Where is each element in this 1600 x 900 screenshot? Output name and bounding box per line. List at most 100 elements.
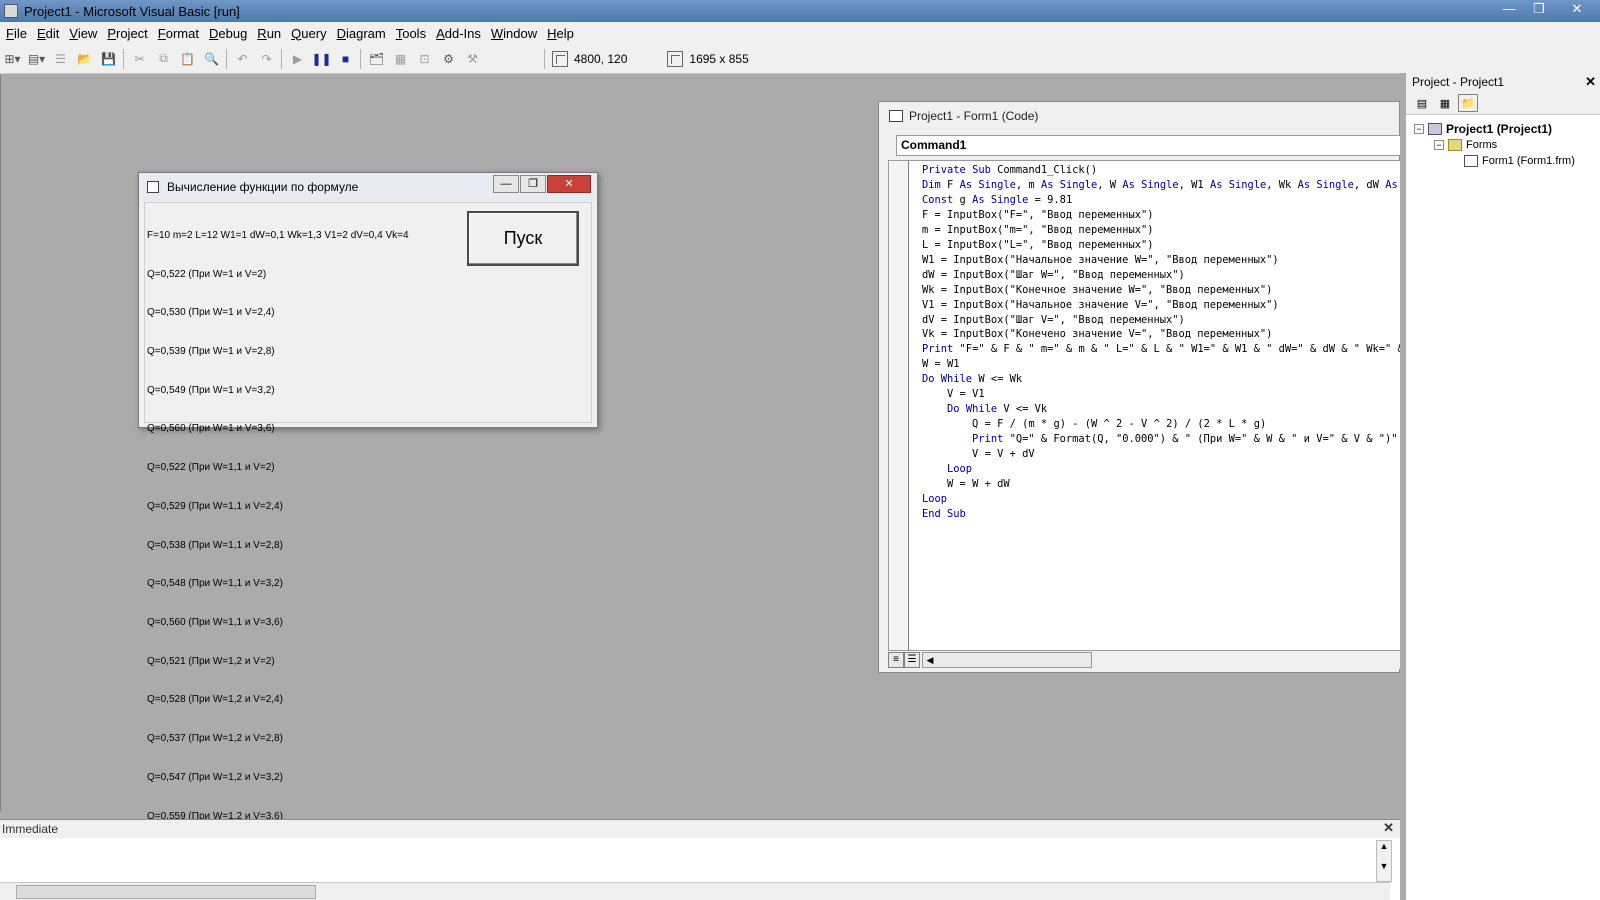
form-minimize-button[interactable]: — bbox=[493, 175, 519, 193]
code-line[interactable]: Const g As Single = 9.81 bbox=[922, 193, 1400, 208]
toolbox-icon[interactable]: ⚒ bbox=[461, 48, 484, 70]
code-line[interactable]: Vk = InputBox("Конечено значение V=", "В… bbox=[922, 327, 1400, 342]
code-line[interactable]: Dim F As Single, m As Single, W As Singl… bbox=[922, 178, 1400, 193]
code-horizontal-scrollbar[interactable]: ◀ bbox=[922, 652, 1092, 668]
project-explorer-close-icon[interactable]: ✕ bbox=[1585, 74, 1596, 90]
menu-file[interactable]: File bbox=[2, 26, 31, 41]
form-title: Вычисление функции по формуле bbox=[167, 180, 359, 194]
end-icon[interactable]: ■ bbox=[334, 48, 357, 70]
collapse-icon[interactable]: − bbox=[1434, 140, 1444, 150]
code-line[interactable]: Do While W <= Wk bbox=[922, 372, 1400, 387]
code-line[interactable]: End Sub bbox=[922, 507, 1400, 522]
code-line[interactable]: Do While V <= Vk bbox=[922, 402, 1400, 417]
menu-debug[interactable]: Debug bbox=[205, 26, 251, 41]
toggle-folders-icon[interactable]: 📁 bbox=[1458, 93, 1478, 112]
menu-edit[interactable]: Edit bbox=[33, 26, 63, 41]
running-form-window[interactable]: Вычисление функции по формуле — ❐ ✕ F=10… bbox=[138, 172, 598, 822]
output-line: Q=0,522 (При W=1,1 и V=2) bbox=[147, 462, 275, 474]
minimize-button[interactable]: — bbox=[1494, 0, 1524, 20]
paste-icon[interactable]: 📋 bbox=[176, 48, 199, 70]
open-project-icon[interactable]: 📂 bbox=[73, 48, 96, 70]
code-line[interactable]: Wk = InputBox("Конечное значение W=", "В… bbox=[922, 283, 1400, 298]
code-line[interactable]: Q = F / (m * g) - (W ^ 2 - V ^ 2) / (2 *… bbox=[922, 417, 1400, 432]
immediate-scroll-thumb[interactable] bbox=[16, 884, 316, 899]
procedure-view-button[interactable]: ≡ bbox=[888, 652, 904, 668]
menu-editor-icon[interactable]: ☰ bbox=[49, 48, 72, 70]
code-margin[interactable] bbox=[889, 161, 909, 650]
code-line[interactable]: L = InputBox("L=", "Ввод переменных") bbox=[922, 238, 1400, 253]
menu-tools[interactable]: Tools bbox=[392, 26, 430, 41]
menu-window[interactable]: Window bbox=[487, 26, 541, 41]
vb-app-icon[interactable] bbox=[4, 4, 18, 18]
output-line: Q=0,530 (При W=1 и V=2,4) bbox=[147, 307, 275, 319]
restore-button[interactable]: ❐ bbox=[1524, 0, 1554, 20]
form-client-area: F=10 m=2 L=12 W1=1 dW=0,1 Wk=1,3 V1=2 dV… bbox=[144, 202, 592, 822]
code-line[interactable]: F = InputBox("F=", "Ввод переменных") bbox=[922, 208, 1400, 223]
output-line: Q=0,560 (При W=1 и V=3,6) bbox=[147, 423, 275, 435]
break-icon[interactable]: ❚❚ bbox=[310, 48, 333, 70]
object-browser-icon[interactable]: ⚙ bbox=[437, 48, 460, 70]
form-layout-icon[interactable]: ⊡ bbox=[413, 48, 436, 70]
add-project-icon[interactable]: ⊞▾ bbox=[1, 48, 24, 70]
project-explorer: Project - Project1 ✕ ▤ ▦ 📁 − Project1 (P… bbox=[1400, 73, 1600, 900]
code-line[interactable]: Print "Q=" & Format(Q, "0.000") & " (При… bbox=[922, 432, 1400, 447]
undo-icon[interactable]: ↶ bbox=[231, 48, 254, 70]
save-project-icon[interactable]: 💾 bbox=[97, 48, 120, 70]
code-line[interactable]: dW = InputBox("Шаг W=", "Ввод переменных… bbox=[922, 268, 1400, 283]
immediate-vertical-scrollbar[interactable]: ▲ ▼ bbox=[1376, 840, 1392, 882]
menu-format[interactable]: Format bbox=[154, 26, 203, 41]
menu-run[interactable]: Run bbox=[253, 26, 285, 41]
start-icon[interactable]: ▶ bbox=[286, 48, 309, 70]
code-line[interactable]: V1 = InputBox("Начальное значение V=", "… bbox=[922, 298, 1400, 313]
full-module-view-button[interactable]: ☰ bbox=[904, 652, 920, 668]
project-explorer-icon[interactable]: 🗂 bbox=[365, 48, 388, 70]
code-line[interactable]: Print "F=" & F & " m=" & m & " L=" & L &… bbox=[922, 342, 1400, 357]
code-line[interactable]: m = InputBox("m=", "Ввод переменных") bbox=[922, 223, 1400, 238]
tree-label-forms: Forms bbox=[1466, 139, 1498, 151]
object-combo[interactable]: Command1 bbox=[896, 135, 1401, 156]
menu-diagram[interactable]: Diagram bbox=[333, 26, 390, 41]
code-line[interactable]: Private Sub Command1_Click() bbox=[922, 163, 1400, 178]
tree-node-forms[interactable]: − Forms bbox=[1414, 137, 1600, 153]
code-line[interactable]: Loop bbox=[922, 462, 1400, 477]
output-line: Q=0,539 (При W=1 и V=2,8) bbox=[147, 345, 275, 357]
immediate-window[interactable]: Immediate ✕ ▲ ▼ bbox=[0, 819, 1400, 900]
pusk-button[interactable]: Пуск bbox=[467, 211, 579, 266]
form-title-bar[interactable]: Вычисление функции по формуле — ❐ ✕ bbox=[139, 173, 597, 201]
properties-window-icon[interactable]: ▦ bbox=[389, 48, 412, 70]
scroll-left-icon[interactable]: ◀ bbox=[923, 655, 937, 666]
menu-project[interactable]: Project bbox=[103, 26, 151, 41]
cut-icon[interactable]: ✂ bbox=[128, 48, 151, 70]
code-line[interactable]: Loop bbox=[922, 492, 1400, 507]
collapse-icon[interactable]: − bbox=[1414, 124, 1424, 134]
code-editor[interactable]: Private Sub Command1_Click() Dim F As Sin… bbox=[888, 160, 1401, 651]
code-text[interactable]: Private Sub Command1_Click() Dim F As Sin… bbox=[922, 163, 1400, 522]
tree-node-form1[interactable]: Form1 (Form1.frm) bbox=[1414, 153, 1600, 169]
code-line[interactable]: dV = InputBox("Шаг V=", "Ввод переменных… bbox=[922, 313, 1400, 328]
view-object-icon[interactable]: ▦ bbox=[1435, 94, 1455, 112]
code-line[interactable]: V = V1 bbox=[922, 387, 1400, 402]
redo-icon[interactable]: ↷ bbox=[255, 48, 278, 70]
menu-query[interactable]: Query bbox=[287, 26, 330, 41]
code-line[interactable]: V = V + dV bbox=[922, 447, 1400, 462]
output-line: Q=0,537 (При W=1,2 и V=2,8) bbox=[147, 733, 283, 745]
menu-view[interactable]: View bbox=[65, 26, 101, 41]
add-form-icon[interactable]: ▤▾ bbox=[25, 48, 48, 70]
view-code-icon[interactable]: ▤ bbox=[1412, 94, 1432, 112]
immediate-close-icon[interactable]: ✕ bbox=[1383, 820, 1394, 836]
menu-help[interactable]: Help bbox=[543, 26, 578, 41]
copy-icon[interactable]: ⧉ bbox=[152, 48, 175, 70]
form-close-button[interactable]: ✕ bbox=[547, 175, 591, 193]
code-line[interactable]: W = W1 bbox=[922, 357, 1400, 372]
form-window-icon bbox=[147, 181, 159, 193]
code-line[interactable]: W = W + dW bbox=[922, 477, 1400, 492]
find-icon[interactable]: 🔍 bbox=[200, 48, 223, 70]
code-window-title-bar[interactable]: Project1 - Form1 (Code) bbox=[879, 102, 1399, 130]
tree-node-project[interactable]: − Project1 (Project1) bbox=[1414, 121, 1600, 137]
menu-add-ins[interactable]: Add-Ins bbox=[432, 26, 485, 41]
code-window[interactable]: Project1 - Form1 (Code) Command1 Private… bbox=[878, 101, 1401, 673]
immediate-horizontal-scrollbar[interactable] bbox=[0, 882, 1390, 900]
form-maximize-button[interactable]: ❐ bbox=[520, 175, 546, 193]
code-line[interactable]: W1 = InputBox("Начальное значение W=", "… bbox=[922, 253, 1400, 268]
close-button[interactable]: ✕ bbox=[1554, 0, 1600, 20]
